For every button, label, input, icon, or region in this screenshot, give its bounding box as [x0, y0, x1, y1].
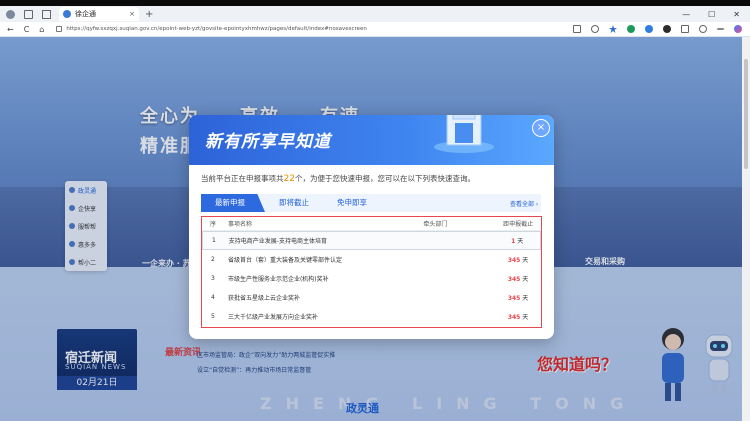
row-name: 支持电商产业发展-支持电商主体培育: [228, 238, 327, 245]
tab-closing-soon[interactable]: 即将截止: [265, 194, 323, 212]
declaration-table: 序 事项名称 牵头部门 距申报截止 1 支持电商产业发展-支持电商主体培育 1 …: [201, 216, 542, 328]
row-no: 4: [211, 294, 215, 301]
row-no: 2: [211, 256, 215, 263]
modal-header: 新有所享早知道 ×: [189, 115, 554, 165]
home-button[interactable]: ⌂: [39, 25, 44, 34]
collections-icon[interactable]: [24, 9, 33, 19]
extension-dark-icon[interactable]: [663, 25, 671, 33]
col-name: 事项名称: [227, 221, 252, 228]
row-days: 345 天: [495, 255, 541, 264]
profile-icon[interactable]: [6, 9, 15, 19]
table-row[interactable]: 5 三大千亿级产业发展方向企业奖补 345 天: [202, 307, 541, 326]
page-scrollbar[interactable]: [742, 37, 750, 421]
browser-tab[interactable]: 徐企通 ×: [59, 7, 139, 21]
days-unit: 天: [522, 257, 529, 264]
days-value: 345: [507, 276, 521, 283]
modal-intro: 当前平台正在申报事项共22个，为便于您快速申报，您可以在以下列表快速查询。: [201, 173, 475, 184]
table-row[interactable]: 3 市级生产性服务业示范企业(机构)奖补 345 天: [202, 269, 541, 288]
tab-actions-icon[interactable]: [42, 9, 51, 19]
tab-title: 徐企通: [75, 10, 96, 18]
row-days: 345 天: [495, 274, 541, 283]
favorites-icon[interactable]: [681, 25, 689, 33]
table-row[interactable]: 4 获批省五星级上云企业奖补 345 天: [202, 288, 541, 307]
tab-free-apply[interactable]: 免申即享: [323, 194, 381, 212]
declaration-modal: 新有所享早知道 × 当前平台正在申报事项共22个，为便于您快速申报，您可以在以下…: [189, 115, 554, 339]
days-unit: 天: [522, 314, 529, 321]
extension-blue-icon[interactable]: [645, 25, 653, 33]
close-tab-button[interactable]: ×: [129, 10, 135, 18]
table-header: 序 事项名称 牵头部门 距申报截止: [202, 217, 541, 231]
row-no: 5: [211, 313, 215, 320]
minimize-button[interactable]: —: [682, 10, 690, 19]
site-favicon-icon: [63, 10, 71, 18]
days-value: 345: [507, 257, 521, 264]
extension-green-icon[interactable]: [627, 25, 635, 33]
view-all-link[interactable]: 查看全部 ›: [510, 199, 538, 208]
favorite-star-icon[interactable]: [609, 25, 617, 33]
tab-latest[interactable]: 最新申报: [201, 194, 265, 212]
close-window-button[interactable]: ✕: [733, 10, 740, 19]
back-button[interactable]: ←: [7, 25, 14, 34]
col-dept: 牵头部门: [423, 221, 448, 228]
building-illustration-icon: [434, 115, 494, 153]
table-row[interactable]: 2 省级首台（套）重大装备及关键零部件认定 345 天: [202, 250, 541, 269]
row-days: 345 天: [495, 312, 541, 321]
col-days: 距申报截止: [503, 221, 534, 228]
lock-icon: [56, 26, 63, 32]
days-value: 345: [507, 314, 521, 321]
days-unit: 天: [522, 295, 529, 302]
modal-close-button[interactable]: ×: [532, 119, 550, 137]
row-name: 市级生产性服务业示范企业(机构)奖补: [227, 276, 329, 283]
scrollbar-thumb[interactable]: [744, 59, 748, 169]
read-aloud-icon[interactable]: [573, 25, 581, 33]
item-count: 22: [283, 174, 295, 184]
url-field[interactable]: https://qyfw.sxzqxj.suqian.gov.cn/epoint…: [56, 26, 367, 32]
modal-tabs: 最新申报 即将截止 免申即享: [201, 194, 541, 212]
row-name: 三大千亿级产业发展方向企业奖补: [227, 314, 318, 321]
days-unit: 天: [517, 238, 524, 245]
intro-prefix: 当前平台正在申报事项共: [201, 174, 284, 183]
url-text: https://qyfw.sxzqxj.suqian.gov.cn/epoint…: [66, 26, 367, 32]
table-row[interactable]: 1 支持电商产业发展-支持电商主体培育 1 天: [202, 231, 541, 250]
row-no: 1: [211, 237, 216, 244]
copilot-icon[interactable]: [734, 25, 742, 33]
row-days: 345 天: [495, 293, 541, 302]
browser-tabstrip: 徐企通 × + — ☐ ✕: [0, 6, 750, 22]
col-no: 序: [209, 221, 216, 228]
row-name: 省级首台（套）重大装备及关键零部件认定: [227, 257, 342, 264]
maximize-button[interactable]: ☐: [708, 10, 715, 19]
translate-icon[interactable]: [591, 25, 599, 33]
row-days: 1 天: [494, 236, 540, 245]
days-value: 345: [507, 295, 521, 302]
reload-button[interactable]: C: [24, 25, 30, 34]
days-value: 1: [511, 238, 516, 245]
intro-suffix: 个，为便于您快速申报，您可以在以下列表快速查询。: [294, 174, 475, 183]
row-no: 3: [211, 275, 215, 282]
days-unit: 天: [522, 276, 529, 283]
more-icon[interactable]: [717, 28, 724, 30]
address-bar: ← C ⌂ https://qyfw.sxzqxj.suqian.gov.cn/…: [0, 22, 750, 37]
collections-bar-icon[interactable]: [699, 25, 707, 33]
modal-title: 新有所享早知道: [205, 132, 331, 152]
row-name: 获批省五星级上云企业奖补: [227, 295, 300, 302]
new-tab-button[interactable]: +: [145, 9, 153, 20]
